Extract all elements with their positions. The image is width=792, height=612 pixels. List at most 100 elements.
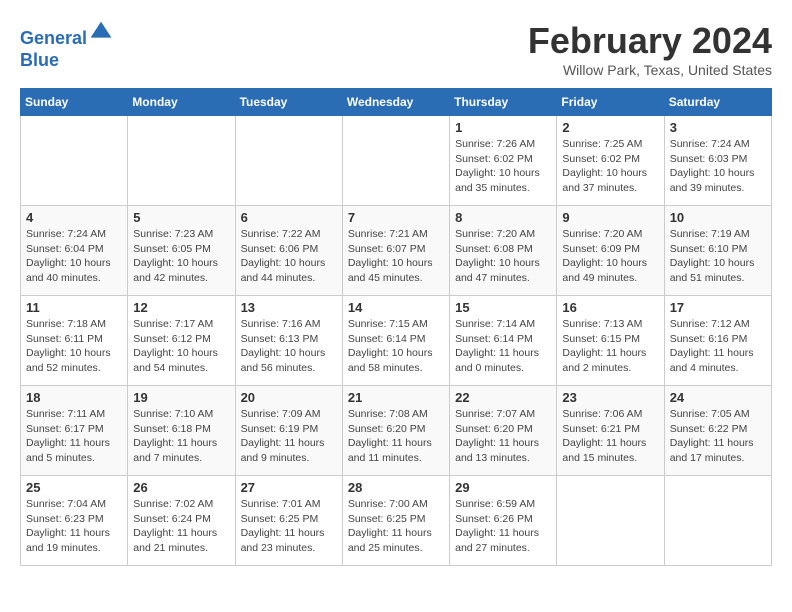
day-info: Sunrise: 7:13 AM Sunset: 6:15 PM Dayligh…: [562, 317, 658, 376]
logo-text: General: [20, 20, 113, 50]
day-info: Sunrise: 7:24 AM Sunset: 6:04 PM Dayligh…: [26, 227, 122, 286]
calendar-cell: [557, 476, 664, 566]
calendar-cell: 9Sunrise: 7:20 AM Sunset: 6:09 PM Daylig…: [557, 206, 664, 296]
day-info: Sunrise: 7:07 AM Sunset: 6:20 PM Dayligh…: [455, 407, 551, 466]
day-info: Sunrise: 7:24 AM Sunset: 6:03 PM Dayligh…: [670, 137, 766, 196]
calendar-cell: [21, 116, 128, 206]
logo-icon: [89, 20, 113, 44]
day-info: Sunrise: 7:20 AM Sunset: 6:08 PM Dayligh…: [455, 227, 551, 286]
calendar-cell: 15 Sunrise: 7:14 AM Sunset: 6:14 PM Dayli…: [450, 296, 557, 386]
day-number: 26: [133, 480, 229, 495]
page-header: General Blue February 2024 Willow Park, …: [20, 20, 772, 78]
title-block: February 2024 Willow Park, Texas, United…: [528, 20, 772, 78]
day-info: Sunrise: 7:21 AM Sunset: 6:07 PM Dayligh…: [348, 227, 444, 286]
calendar-cell: 3 Sunrise: 7:24 AM Sunset: 6:03 PM Daylig…: [664, 116, 771, 206]
day-info: Sunrise: 7:22 AM Sunset: 6:06 PM Dayligh…: [241, 227, 337, 286]
logo-blue: Blue: [20, 50, 113, 72]
calendar-cell: 8 Sunrise: 7:20 AM Sunset: 6:08 PM Daylig…: [450, 206, 557, 296]
header-day-tuesday: Tuesday: [235, 89, 342, 116]
day-number: 22: [455, 390, 551, 405]
calendar-cell: 2 Sunrise: 7:25 AM Sunset: 6:02 PM Daylig…: [557, 116, 664, 206]
day-info: Sunrise: 7:02 AM Sunset: 6:24 PM Dayligh…: [133, 497, 229, 556]
calendar-cell: [235, 116, 342, 206]
day-number: 11: [26, 300, 122, 315]
day-info: Sunrise: 7:25 AM Sunset: 6:02 PM Dayligh…: [562, 137, 658, 196]
day-info: Sunrise: 7:17 AM Sunset: 6:12 PM Dayligh…: [133, 317, 229, 376]
day-number: 13: [241, 300, 337, 315]
calendar-cell: 17 Sunrise: 7:12 AM Sunset: 6:16 PM Dayli…: [664, 296, 771, 386]
week-row-2: 4 Sunrise: 7:24 AM Sunset: 6:04 PM Daylig…: [21, 206, 772, 296]
day-number: 1: [455, 120, 551, 135]
day-number: 12: [133, 300, 229, 315]
calendar-cell: 13 Sunrise: 7:16 AM Sunset: 6:13 PM Dayli…: [235, 296, 342, 386]
day-info: Sunrise: 7:05 AM Sunset: 6:22 PM Dayligh…: [670, 407, 766, 466]
calendar-cell: 18 Sunrise: 7:11 AM Sunset: 6:17 PM Dayli…: [21, 386, 128, 476]
week-row-4: 18 Sunrise: 7:11 AM Sunset: 6:17 PM Dayli…: [21, 386, 772, 476]
day-number: 2: [562, 120, 658, 135]
calendar-cell: 10 Sunrise: 7:19 AM Sunset: 6:10 PM Dayli…: [664, 206, 771, 296]
calendar-cell: [128, 116, 235, 206]
day-info: Sunrise: 7:15 AM Sunset: 6:14 PM Dayligh…: [348, 317, 444, 376]
week-row-1: 1 Sunrise: 7:26 AM Sunset: 6:02 PM Daylig…: [21, 116, 772, 206]
day-info: Sunrise: 7:16 AM Sunset: 6:13 PM Dayligh…: [241, 317, 337, 376]
day-number: 14: [348, 300, 444, 315]
calendar-cell: 21 Sunrise: 7:08 AM Sunset: 6:20 PM Dayli…: [342, 386, 449, 476]
logo: General Blue: [20, 20, 113, 71]
day-number: 18: [26, 390, 122, 405]
day-info: Sunrise: 7:14 AM Sunset: 6:14 PM Dayligh…: [455, 317, 551, 376]
day-info: Sunrise: 7:04 AM Sunset: 6:23 PM Dayligh…: [26, 497, 122, 556]
calendar-table: SundayMondayTuesdayWednesdayThursdayFrid…: [20, 88, 772, 566]
logo-general: General: [20, 28, 87, 48]
month-title: February 2024: [528, 20, 772, 62]
day-number: 20: [241, 390, 337, 405]
day-number: 3: [670, 120, 766, 135]
day-number: 4: [26, 210, 122, 225]
calendar-cell: 29Sunrise: 6:59 AM Sunset: 6:26 PM Dayli…: [450, 476, 557, 566]
calendar-cell: 5Sunrise: 7:23 AM Sunset: 6:05 PM Daylig…: [128, 206, 235, 296]
calendar-cell: 7 Sunrise: 7:21 AM Sunset: 6:07 PM Daylig…: [342, 206, 449, 296]
calendar-cell: [342, 116, 449, 206]
day-info: Sunrise: 7:11 AM Sunset: 6:17 PM Dayligh…: [26, 407, 122, 466]
day-number: 16: [562, 300, 658, 315]
day-info: Sunrise: 7:01 AM Sunset: 6:25 PM Dayligh…: [241, 497, 337, 556]
location: Willow Park, Texas, United States: [528, 62, 772, 78]
week-row-3: 11 Sunrise: 7:18 AM Sunset: 6:11 PM Dayli…: [21, 296, 772, 386]
day-info: Sunrise: 7:08 AM Sunset: 6:20 PM Dayligh…: [348, 407, 444, 466]
day-number: 24: [670, 390, 766, 405]
day-number: 17: [670, 300, 766, 315]
header-day-saturday: Saturday: [664, 89, 771, 116]
day-info: Sunrise: 7:26 AM Sunset: 6:02 PM Dayligh…: [455, 137, 551, 196]
header-day-monday: Monday: [128, 89, 235, 116]
calendar-cell: 25 Sunrise: 7:04 AM Sunset: 6:23 PM Dayli…: [21, 476, 128, 566]
header-day-thursday: Thursday: [450, 89, 557, 116]
day-number: 15: [455, 300, 551, 315]
calendar-cell: 6 Sunrise: 7:22 AM Sunset: 6:06 PM Daylig…: [235, 206, 342, 296]
calendar-header: SundayMondayTuesdayWednesdayThursdayFrid…: [21, 89, 772, 116]
calendar-cell: 28 Sunrise: 7:00 AM Sunset: 6:25 PM Dayli…: [342, 476, 449, 566]
day-number: 6: [241, 210, 337, 225]
day-number: 23: [562, 390, 658, 405]
header-day-wednesday: Wednesday: [342, 89, 449, 116]
day-number: 7: [348, 210, 444, 225]
week-row-5: 25 Sunrise: 7:04 AM Sunset: 6:23 PM Dayli…: [21, 476, 772, 566]
day-info: Sunrise: 7:00 AM Sunset: 6:25 PM Dayligh…: [348, 497, 444, 556]
day-number: 25: [26, 480, 122, 495]
calendar-body: 1 Sunrise: 7:26 AM Sunset: 6:02 PM Daylig…: [21, 116, 772, 566]
day-number: 5: [133, 210, 229, 225]
day-number: 10: [670, 210, 766, 225]
day-info: Sunrise: 7:06 AM Sunset: 6:21 PM Dayligh…: [562, 407, 658, 466]
day-info: Sunrise: 7:12 AM Sunset: 6:16 PM Dayligh…: [670, 317, 766, 376]
day-number: 8: [455, 210, 551, 225]
calendar-cell: 14 Sunrise: 7:15 AM Sunset: 6:14 PM Dayli…: [342, 296, 449, 386]
calendar-cell: 16 Sunrise: 7:13 AM Sunset: 6:15 PM Dayli…: [557, 296, 664, 386]
header-row: SundayMondayTuesdayWednesdayThursdayFrid…: [21, 89, 772, 116]
day-number: 21: [348, 390, 444, 405]
day-info: Sunrise: 7:19 AM Sunset: 6:10 PM Dayligh…: [670, 227, 766, 286]
day-info: Sunrise: 7:10 AM Sunset: 6:18 PM Dayligh…: [133, 407, 229, 466]
header-day-sunday: Sunday: [21, 89, 128, 116]
day-info: Sunrise: 7:09 AM Sunset: 6:19 PM Dayligh…: [241, 407, 337, 466]
day-number: 28: [348, 480, 444, 495]
day-info: Sunrise: 7:18 AM Sunset: 6:11 PM Dayligh…: [26, 317, 122, 376]
calendar-cell: 23 Sunrise: 7:06 AM Sunset: 6:21 PM Dayli…: [557, 386, 664, 476]
day-number: 9: [562, 210, 658, 225]
